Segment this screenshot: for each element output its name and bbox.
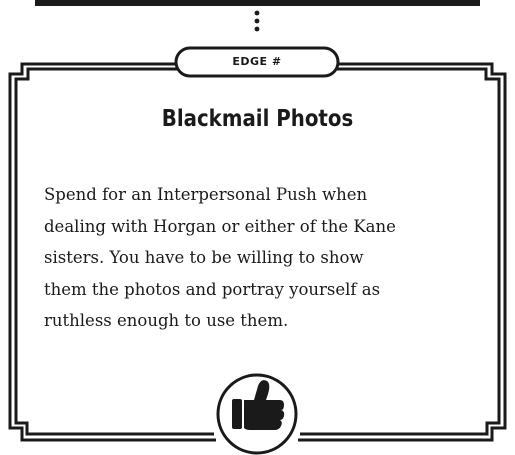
edge-label: EDGE # (232, 55, 282, 68)
card-body: Spend for an Interpersonal Push when dea… (44, 179, 490, 337)
body-line: sisters. You have to be willing to show (44, 248, 364, 267)
body-line: Spend for an Interpersonal Push when (44, 185, 368, 204)
top-bar (35, 0, 480, 6)
card-title: Blackmail Photos (161, 106, 354, 132)
body-line: them the photos and portray yourself as (44, 279, 381, 299)
connector-dots (254, 10, 260, 32)
thumbs-up-badge (216, 373, 298, 455)
body-line: ruthless enough to use them. (44, 311, 289, 330)
body-line: dealing with Horgan or either of the Kan… (44, 216, 396, 236)
